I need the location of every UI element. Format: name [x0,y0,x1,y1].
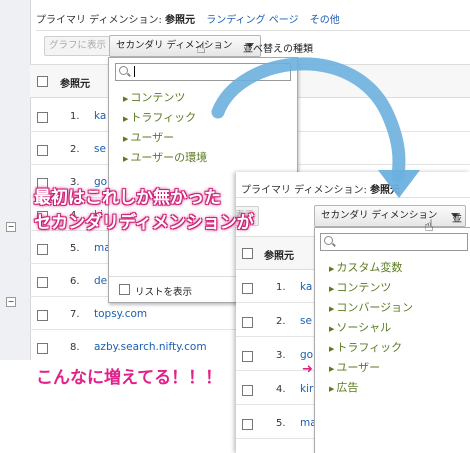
annotation-before-line2: セカンダリディメンションが [34,213,254,233]
pointer-arrow-icon: ➜ [302,362,313,377]
annotation-after: こんなに増えてる！！！ [36,368,223,388]
annotation-before-line1: 最初はこれしか無かった [34,188,221,208]
